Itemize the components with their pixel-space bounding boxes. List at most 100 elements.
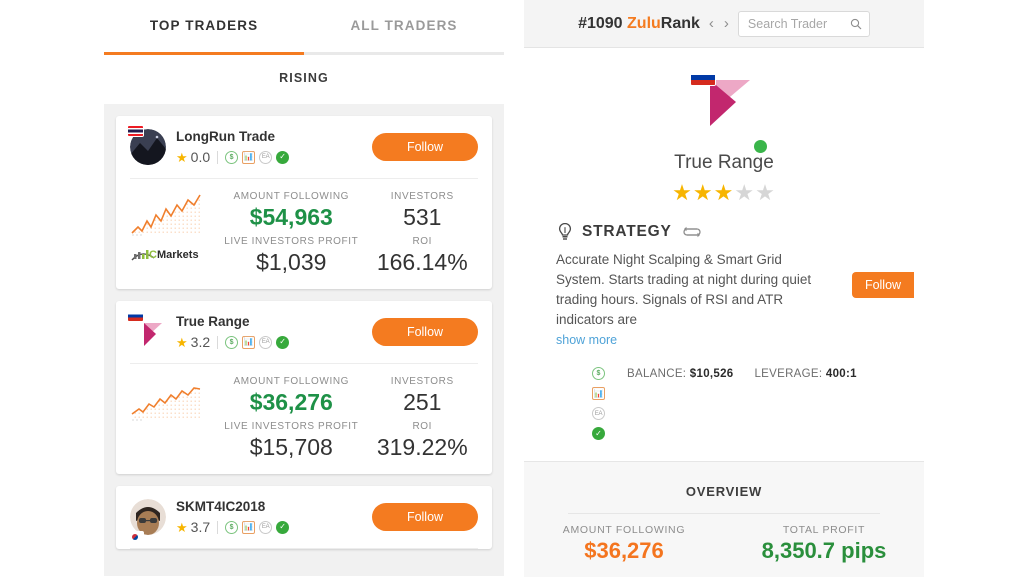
avatar[interactable] bbox=[130, 129, 166, 165]
next-trader-button[interactable]: › bbox=[723, 15, 730, 32]
divider bbox=[568, 513, 880, 514]
trader-identity: LongRun Trade ★ 0.0 $ 📊 EA ✓ bbox=[176, 129, 372, 165]
tab-top-traders-label: TOP TRADERS bbox=[150, 18, 258, 33]
leverage-value: 400:1 bbox=[826, 368, 857, 380]
search-input[interactable] bbox=[746, 16, 850, 32]
star-icon: ★ bbox=[755, 180, 776, 205]
balance-value: $10,526 bbox=[690, 368, 734, 380]
divider bbox=[217, 151, 218, 164]
verified-badge-icon: ✓ bbox=[276, 336, 289, 349]
trader-tabs: TOP TRADERS ALL TRADERS bbox=[104, 0, 504, 56]
table-row[interactable]: LongRun Trade ★ 0.0 $ 📊 EA ✓ bbox=[116, 116, 492, 289]
online-status-dot bbox=[754, 140, 767, 153]
star-icon: ★ bbox=[734, 180, 755, 205]
brand-zulu: Zulu bbox=[627, 15, 661, 32]
dollar-badge-icon: $ bbox=[592, 367, 605, 380]
trader-profile: True Range ★★★★★ bbox=[524, 48, 924, 206]
prev-trader-button[interactable]: ‹ bbox=[708, 15, 715, 32]
sparkline-column: C Markets bbox=[130, 187, 216, 277]
leverage-label: LEVERAGE: bbox=[754, 368, 822, 380]
tab-top-traders[interactable]: TOP TRADERS bbox=[104, 0, 304, 33]
amount-following-label: AMOUNT FOLLOWING bbox=[216, 376, 367, 387]
avatar-image bbox=[130, 499, 166, 535]
show-more-link[interactable]: show more bbox=[556, 333, 617, 347]
brand-rank: Rank bbox=[661, 15, 700, 32]
overview-amount-following: AMOUNT FOLLOWING $36,276 bbox=[524, 524, 724, 564]
investors-value: 531 bbox=[367, 202, 478, 232]
lightbulb-icon bbox=[556, 222, 574, 242]
overview-title: OVERVIEW bbox=[524, 462, 924, 499]
strategy-body: Accurate Night Scalping & Smart Grid Sys… bbox=[556, 250, 892, 349]
live-profit-value: $15,708 bbox=[216, 432, 367, 462]
strategy-header: STRATEGY bbox=[556, 222, 924, 242]
star-icon: ★ bbox=[693, 180, 714, 205]
verified-badge-icon: ✓ bbox=[276, 151, 289, 164]
avatar[interactable] bbox=[130, 314, 166, 350]
follow-button[interactable]: Follow bbox=[372, 318, 478, 346]
trader-card-header: SKMT4IC2018 ★ 3.7 $ 📊 EA ✓ bbox=[130, 486, 478, 549]
overview-amount-following-value: $36,276 bbox=[524, 538, 724, 564]
chart-badge-icon: 📊 bbox=[242, 151, 255, 164]
search-icon[interactable] bbox=[850, 18, 862, 30]
account-badges: $ 📊 EA ✓ bbox=[592, 367, 605, 440]
star-icon: ★ bbox=[176, 151, 188, 164]
chart-badge-icon: 📊 bbox=[242, 521, 255, 534]
trader-badges: $ 📊 EA ✓ bbox=[225, 336, 289, 349]
follow-button[interactable]: Follow bbox=[372, 503, 478, 531]
dollar-badge-icon: $ bbox=[225, 336, 238, 349]
svg-text:C: C bbox=[149, 249, 157, 261]
roi-label: ROI bbox=[367, 421, 478, 432]
live-profit-label: LIVE INVESTORS PROFIT bbox=[216, 421, 367, 432]
trader-name[interactable]: LongRun Trade bbox=[176, 129, 372, 145]
follow-button[interactable]: Follow bbox=[852, 272, 914, 298]
trader-name[interactable]: True Range bbox=[176, 314, 372, 330]
trader-rating-row: ★ 3.2 $ 📊 EA ✓ bbox=[176, 334, 372, 350]
table-row[interactable]: SKMT4IC2018 ★ 3.7 $ 📊 EA ✓ bbox=[116, 486, 492, 549]
zulurank-label: #1090 ZuluRank bbox=[578, 15, 700, 33]
trader-badges: $ 📊 EA ✓ bbox=[225, 151, 289, 164]
overview-total-profit-label: TOTAL PROFIT bbox=[724, 524, 924, 536]
trader-card-stats: C Markets AMOUNT FOLLOWING $54,963 LIVE … bbox=[130, 179, 478, 289]
follow-button[interactable]: Follow bbox=[372, 133, 478, 161]
investors-cell: INVESTORS 251 ROI 319.22% bbox=[367, 372, 478, 462]
investors-cell: INVESTORS 531 ROI 166.14% bbox=[367, 187, 478, 277]
app-root: TOP TRADERS ALL TRADERS RISING bbox=[0, 0, 1024, 576]
star-icon: ★ bbox=[672, 180, 693, 205]
svg-text:Markets: Markets bbox=[157, 249, 199, 261]
trader-rating: 0.0 bbox=[191, 149, 210, 165]
amount-following-value: $36,276 bbox=[216, 387, 367, 417]
avatar[interactable] bbox=[130, 499, 166, 535]
sparkline-column bbox=[130, 372, 216, 462]
chart-badge-icon: 📊 bbox=[592, 387, 605, 400]
roi-label: ROI bbox=[367, 236, 478, 247]
page-title: True Range bbox=[524, 152, 924, 174]
account-meta-row: $ 📊 EA ✓ BALANCE: $10,526 LEVERAGE: 400:… bbox=[524, 367, 924, 440]
trader-rating: 3.7 bbox=[191, 519, 210, 535]
trader-rating-row: ★ 3.7 $ 📊 EA ✓ bbox=[176, 519, 372, 535]
profile-avatar bbox=[688, 66, 760, 138]
trader-card-header: True Range ★ 3.2 $ 📊 EA ✓ bbox=[130, 301, 478, 364]
flag-icon bbox=[128, 311, 143, 321]
table-row[interactable]: True Range ★ 3.2 $ 📊 EA ✓ bbox=[116, 301, 492, 474]
subtab-rising[interactable]: RISING bbox=[279, 71, 329, 85]
tab-all-traders[interactable]: ALL TRADERS bbox=[304, 0, 504, 33]
overview-section: OVERVIEW AMOUNT FOLLOWING $36,276 TOTAL … bbox=[524, 461, 924, 577]
rating-stars: ★★★★★ bbox=[524, 180, 924, 206]
overview-amount-following-label: AMOUNT FOLLOWING bbox=[524, 524, 724, 536]
balance-label: BALANCE: bbox=[627, 368, 686, 380]
trader-list[interactable]: LongRun Trade ★ 0.0 $ 📊 EA ✓ bbox=[104, 104, 504, 576]
verified-badge-icon: ✓ bbox=[276, 521, 289, 534]
tab-all-traders-label: ALL TRADERS bbox=[350, 18, 457, 33]
amount-following-cell: AMOUNT FOLLOWING $54,963 LIVE INVESTORS … bbox=[216, 187, 367, 277]
performance-sparkline bbox=[130, 376, 208, 422]
ea-badge-icon: EA bbox=[259, 521, 272, 534]
ea-badge-icon: EA bbox=[592, 407, 605, 420]
trader-detail-panel: #1090 ZuluRank ‹ › True Range bbox=[524, 0, 924, 576]
avatar-art bbox=[130, 499, 166, 535]
dollar-badge-icon: $ bbox=[225, 521, 238, 534]
trader-card-stats: AMOUNT FOLLOWING $36,276 LIVE INVESTORS … bbox=[130, 364, 478, 474]
search-box[interactable] bbox=[738, 11, 870, 37]
trader-identity: True Range ★ 3.2 $ 📊 EA ✓ bbox=[176, 314, 372, 350]
flag-icon bbox=[128, 126, 143, 136]
trader-name[interactable]: SKMT4IC2018 bbox=[176, 499, 372, 515]
